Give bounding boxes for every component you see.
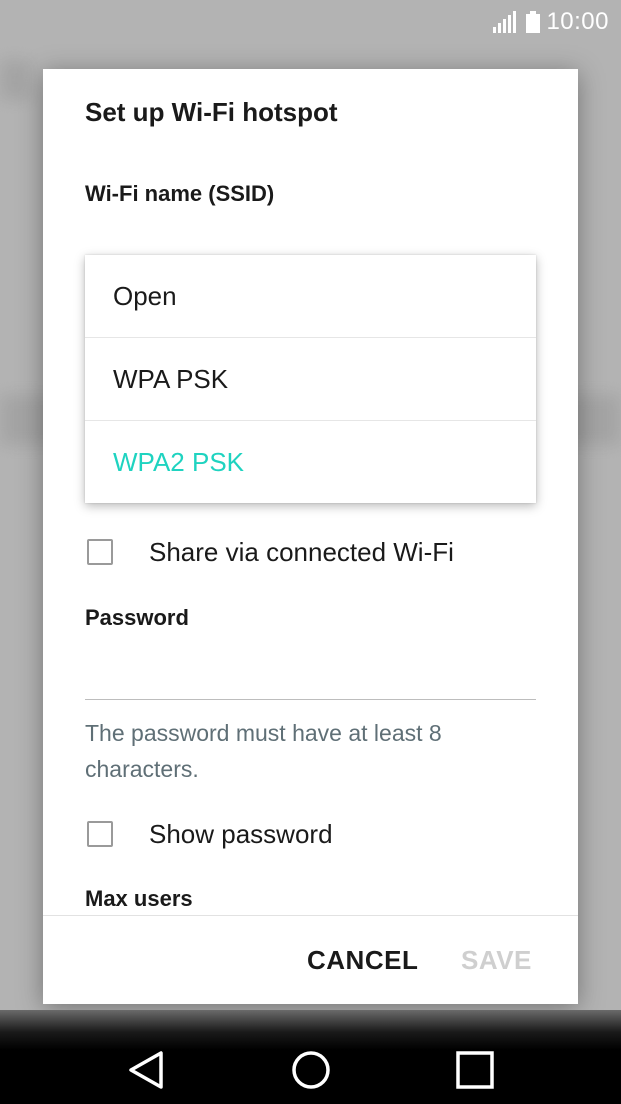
security-option-wpa2-psk[interactable]: WPA2 PSK	[85, 421, 536, 503]
dialog-title: Set up Wi-Fi hotspot	[85, 97, 338, 127]
home-icon[interactable]	[289, 1048, 333, 1092]
ssid-label: Wi-Fi name (SSID)	[85, 181, 275, 206]
hotspot-dialog: Set up Wi-Fi hotspot Wi-Fi name (SSID) S…	[43, 69, 578, 1004]
share-wifi-checkbox[interactable]	[87, 539, 113, 565]
status-icons: 10:00	[493, 6, 609, 38]
signal-icon	[493, 11, 517, 33]
battery-icon	[526, 11, 541, 33]
save-button[interactable]: SAVE	[461, 945, 532, 976]
share-wifi-label: Share via connected Wi-Fi	[149, 536, 454, 567]
status-bar: 10:00	[0, 0, 621, 44]
back-icon[interactable]	[125, 1048, 169, 1092]
security-option-wpa-psk[interactable]: WPA PSK	[85, 338, 536, 421]
cancel-button[interactable]: CANCEL	[307, 945, 418, 976]
recent-apps-icon[interactable]	[453, 1048, 497, 1092]
status-time: 10:00	[546, 8, 609, 35]
security-dropdown: Open WPA PSK WPA2 PSK	[85, 255, 536, 503]
password-hint: The password must have at least 8 charac…	[85, 720, 442, 782]
share-wifi-option[interactable]: Share via connected Wi-Fi	[87, 535, 454, 569]
show-password-label: Show password	[149, 818, 333, 849]
navigation-bar	[0, 1010, 621, 1104]
show-password-checkbox[interactable]	[87, 821, 113, 847]
password-input[interactable]	[85, 649, 536, 700]
background-app-shape	[0, 60, 30, 100]
max-users-label: Max users	[85, 886, 193, 911]
password-label: Password	[85, 605, 189, 630]
show-password-option[interactable]: Show password	[87, 817, 333, 851]
button-divider	[43, 915, 578, 916]
security-option-open[interactable]: Open	[85, 255, 536, 338]
